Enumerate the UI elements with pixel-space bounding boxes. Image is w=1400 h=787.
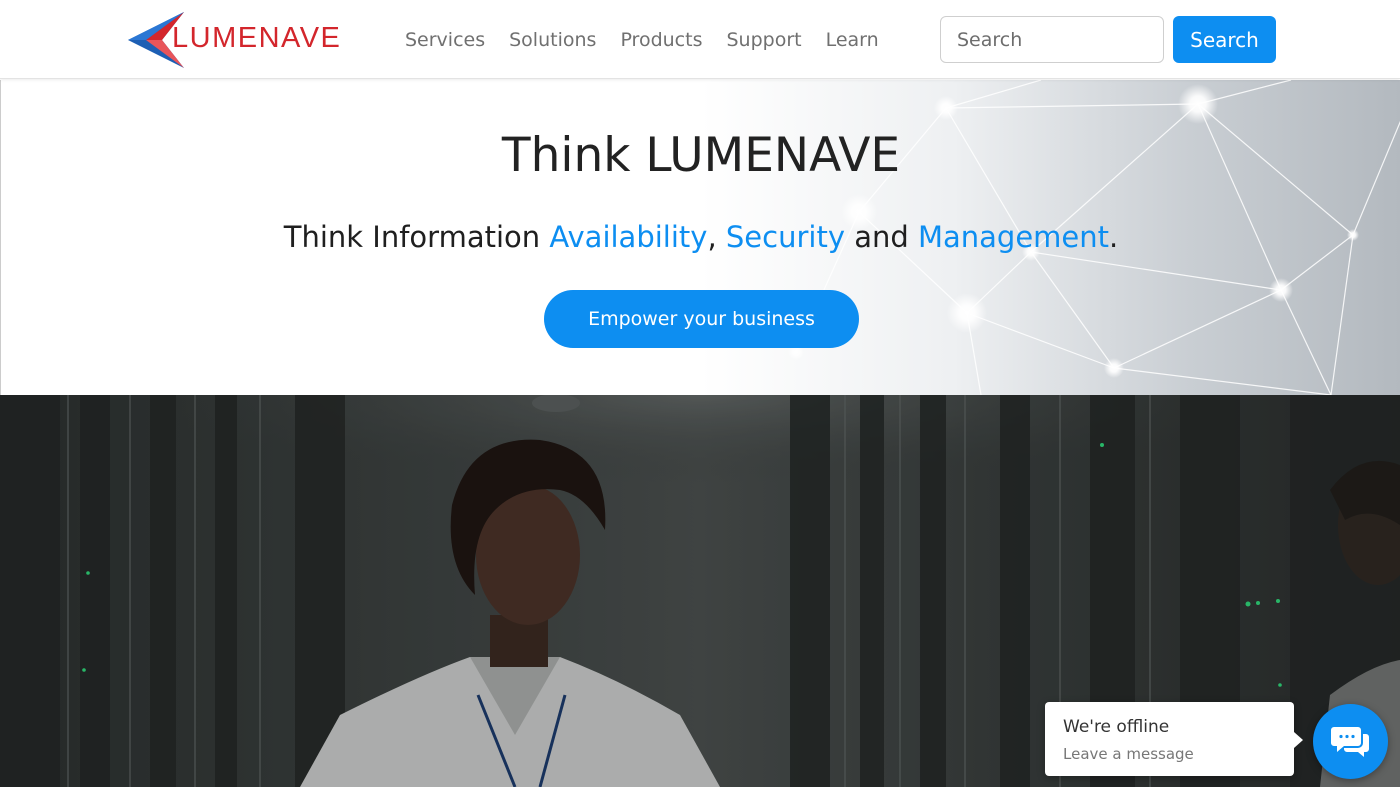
hero-banner: Think LUMENAVE Think Information Availab… (0, 80, 1400, 395)
search-input[interactable] (940, 16, 1164, 63)
logo-text: LUMENAVE (172, 22, 342, 54)
chat-offline-bubble[interactable]: We're offline Leave a message (1045, 702, 1303, 776)
nav-support[interactable]: Support (726, 29, 801, 51)
nav-learn[interactable]: Learn (826, 29, 879, 51)
empower-business-button[interactable]: Empower your business (544, 290, 859, 348)
subtitle-sep-2: and (844, 220, 918, 254)
search-button[interactable]: Search (1173, 16, 1276, 63)
subtitle-availability: Availability (549, 220, 708, 254)
chat-launcher-button[interactable] (1313, 704, 1388, 779)
lumenave-logo[interactable]: LUMENAVE (126, 10, 376, 70)
nav-products[interactable]: Products (620, 29, 702, 51)
subtitle-suffix: . (1109, 220, 1119, 254)
nav-services[interactable]: Services (405, 29, 485, 51)
chat-bubbles-icon (1331, 727, 1369, 757)
hero-subtitle: Think Information Availability, Security… (1, 220, 1400, 254)
subtitle-management: Management (917, 220, 1110, 254)
nav-solutions[interactable]: Solutions (509, 29, 596, 51)
subtitle-sep-1: , (707, 220, 726, 254)
chat-leave-message[interactable]: Leave a message (1063, 745, 1194, 763)
site-header: LUMENAVE Services Solutions Products Sup… (0, 0, 1400, 79)
subtitle-prefix: Think Information (283, 220, 550, 254)
main-nav: Services Solutions Products Support Lear… (393, 0, 891, 79)
subtitle-security: Security (725, 220, 845, 254)
chat-status: We're offline (1063, 717, 1170, 737)
hero-title: Think LUMENAVE (501, 128, 901, 183)
